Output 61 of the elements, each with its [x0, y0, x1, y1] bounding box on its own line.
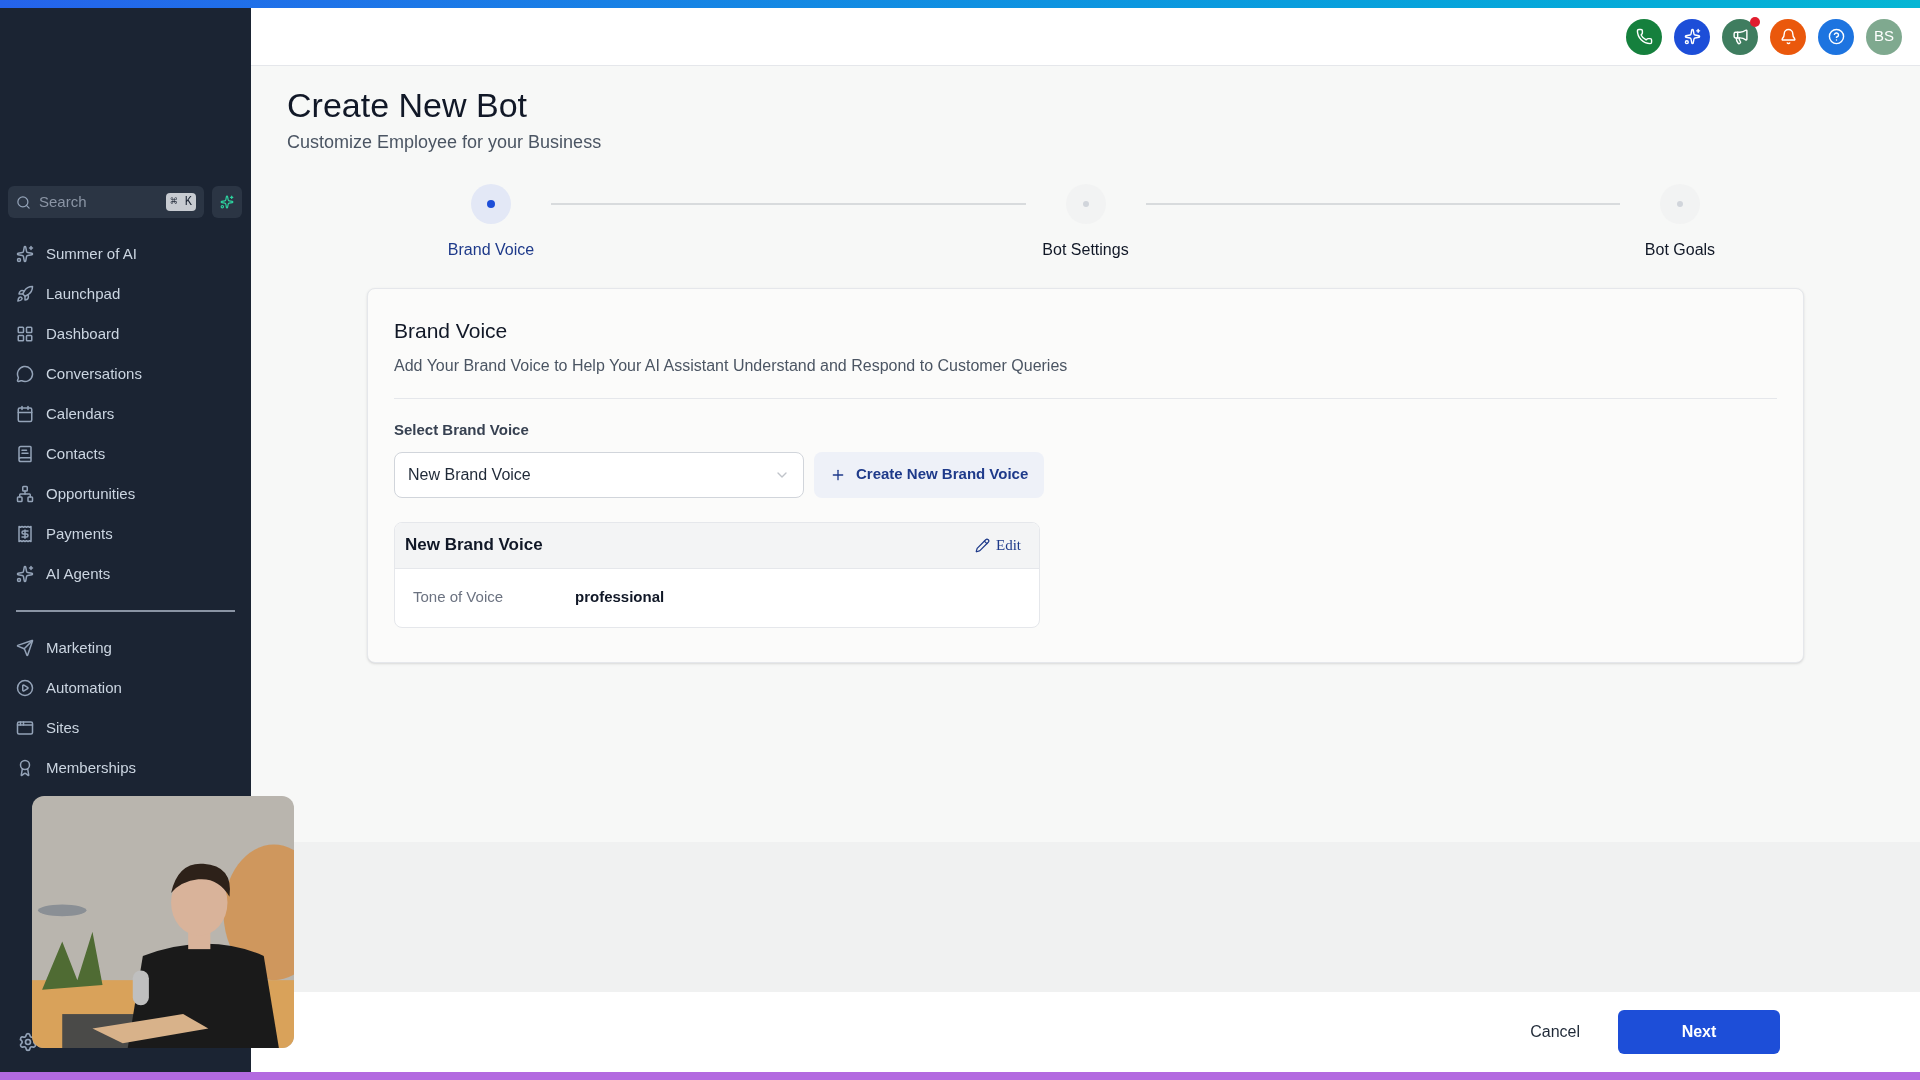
brand-voice-select[interactable]: New Brand Voice [394, 451, 804, 498]
sparkle-icon [16, 245, 34, 263]
sparkle-icon [220, 195, 234, 209]
sidebar-item[interactable]: Launchpad [0, 274, 251, 314]
search-field[interactable]: Search [39, 190, 159, 214]
sidebar-item[interactable]: Summer of AI [0, 234, 251, 274]
bell-icon [1779, 28, 1797, 45]
next-button[interactable]: Next [1618, 1010, 1780, 1054]
header-button[interactable] [1722, 18, 1758, 55]
card-title: Brand Voice [394, 317, 509, 344]
step-tab[interactable]: Brand Voice [421, 183, 561, 262]
sidebar-item[interactable]: Automation [0, 668, 251, 708]
edit-link[interactable]: Edit [975, 533, 1029, 557]
step-marker [471, 183, 511, 224]
sidebar-item[interactable]: AI Agents [0, 554, 251, 594]
step-marker [1660, 183, 1700, 224]
field-name: Tone of Voice [413, 587, 505, 608]
help-icon [1827, 28, 1845, 45]
header-button[interactable] [1818, 18, 1854, 55]
sidebar-item[interactable]: Marketing [0, 628, 251, 668]
sidebar-item[interactable]: Conversations [0, 354, 251, 394]
page-subtitle: Customize Employee for your Business [287, 130, 603, 154]
page-title: Create New Bot [287, 85, 528, 126]
field-value: professional [575, 587, 665, 608]
header-button[interactable] [1626, 18, 1662, 55]
sidebar-item[interactable]: Calendars [0, 394, 251, 434]
play-icon [16, 679, 34, 697]
create-brand-voice-button[interactable]: Create New Brand Voice [814, 451, 1045, 498]
cancel-button[interactable]: Cancel [1522, 1012, 1588, 1052]
sidebar-item[interactable]: Dashboard [0, 314, 251, 354]
search-icon [16, 194, 31, 210]
window-icon [16, 719, 34, 737]
sidebar-item[interactable]: Contacts [0, 434, 251, 474]
network-icon [16, 485, 34, 503]
header-button[interactable] [1674, 18, 1710, 55]
sidebar-item[interactable]: Payments [0, 514, 251, 554]
settings-icon [18, 1032, 38, 1052]
header-button[interactable] [1770, 18, 1806, 55]
rocket-icon [16, 285, 34, 303]
field-label: Select Brand Voice [394, 420, 530, 440]
receipt-icon [16, 525, 34, 543]
card-description: Add Your Brand Voice to Help Your AI Assistant Understand and Respond to Customer Queries [394, 356, 1069, 376]
calendar-icon [16, 405, 34, 423]
grid-icon [16, 325, 34, 343]
megaphone-icon [1731, 28, 1749, 45]
sidebar-item[interactable]: Memberships [0, 748, 251, 788]
pencil-icon [975, 537, 990, 553]
sparkles-icon [1683, 28, 1701, 45]
sidebar-item[interactable]: Opportunities [0, 474, 251, 514]
ai-button[interactable] [212, 186, 242, 218]
sparkle-icon [16, 565, 34, 583]
sidebar-item[interactable]: Sites [0, 708, 251, 748]
notebook-icon [16, 445, 34, 463]
phone-icon [1635, 28, 1653, 45]
search-bar[interactable]: Search ⌘ K [8, 186, 204, 218]
shortcut-key: ⌘ K [166, 193, 196, 211]
chat-bubble-icon [16, 365, 34, 383]
paper-plane-icon [16, 639, 34, 657]
step-tab[interactable]: Bot Goals [1610, 183, 1750, 262]
step-tab[interactable]: Bot Settings [1015, 183, 1156, 262]
voice-name: New Brand Voice [405, 534, 543, 557]
